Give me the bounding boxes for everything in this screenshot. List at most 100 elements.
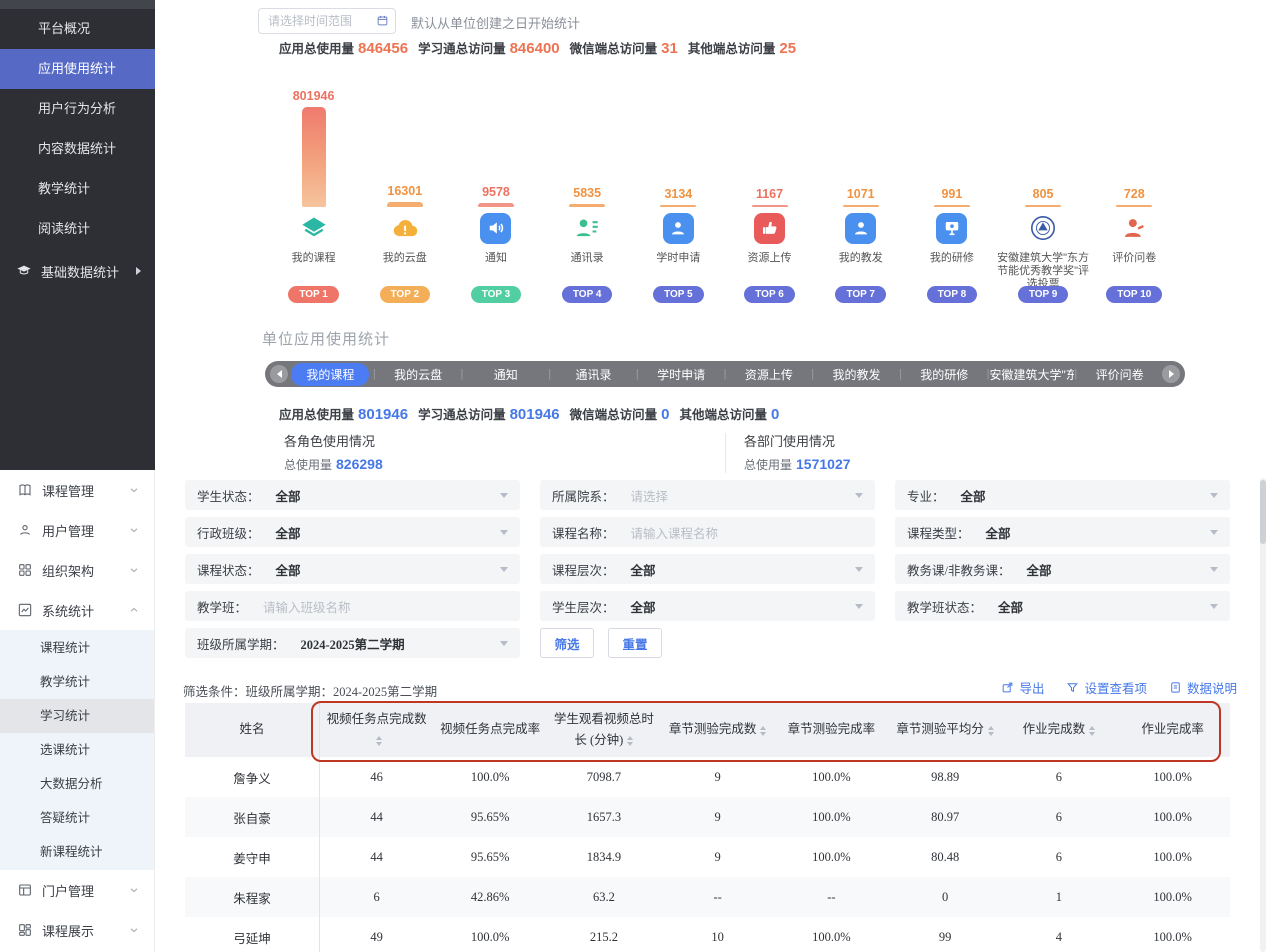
chart-bar[interactable] — [478, 203, 514, 207]
app-icon[interactable] — [1029, 214, 1057, 242]
chart-app-name: 通知 — [448, 252, 544, 282]
panel-total-value: 1571027 — [796, 456, 851, 472]
sidebar-group[interactable]: 用户管理 — [0, 510, 154, 550]
column-header[interactable]: 章节测验完成数 — [661, 703, 775, 757]
tab[interactable]: 通讯录 — [551, 366, 636, 383]
sidebar-subitem[interactable]: 学习统计 — [0, 699, 154, 733]
tab[interactable]: 学时申请 — [639, 366, 724, 383]
sidebar-group[interactable]: 门户管理 — [0, 870, 154, 910]
filter-field[interactable]: 课程名称：请输入课程名称 — [540, 517, 875, 547]
chart-bar[interactable] — [302, 107, 326, 207]
date-range-picker[interactable] — [258, 8, 396, 34]
column-header[interactable]: 作业完成数 — [1002, 703, 1116, 757]
table-cell: 42.86% — [433, 877, 547, 917]
sidebar-subitem[interactable]: 课程统计 — [0, 631, 154, 665]
table-cell: 1 — [1002, 877, 1116, 917]
table-cell: 80.48 — [888, 837, 1002, 877]
column-header[interactable]: 章节测验平均分 — [888, 703, 1002, 757]
sidebar-item[interactable]: 阅读统计 — [0, 209, 155, 249]
tab[interactable]: 我的研修 — [902, 366, 987, 383]
filter-field[interactable]: 教务课/非教务课：全部 — [895, 554, 1230, 584]
chevron-down-icon — [128, 524, 140, 536]
filter-field[interactable]: 学生层次：全部 — [540, 591, 875, 621]
tab[interactable]: 安徽建筑大学"东 — [990, 366, 1075, 383]
app-icon[interactable] — [845, 213, 876, 244]
table-cell: 6 — [320, 877, 434, 917]
tab-scroll-right-button[interactable] — [1162, 365, 1180, 383]
filter-button[interactable]: 筛选 — [540, 628, 594, 658]
app-icon[interactable] — [300, 214, 328, 242]
filter-field[interactable]: 教学班：请输入班级名称 — [185, 591, 520, 621]
app-icon[interactable] — [936, 213, 967, 244]
book-icon — [17, 482, 33, 498]
sidebar-group[interactable]: 系统统计 — [0, 590, 154, 630]
column-header[interactable]: 视频任务点完成数 — [320, 703, 434, 757]
reset-button[interactable]: 重置 — [608, 628, 662, 658]
sidebar-subitem[interactable]: 教学统计 — [0, 665, 154, 699]
app-icon[interactable] — [391, 214, 419, 242]
app-icon[interactable] — [754, 213, 785, 244]
filter-value: 请选择 — [631, 486, 855, 505]
sidebar-subitem[interactable]: 选课统计 — [0, 733, 154, 767]
tab[interactable]: 通知 — [463, 366, 548, 383]
sidebar-item[interactable]: 教学统计 — [0, 169, 155, 209]
rank-badge: TOP 4 — [562, 286, 613, 303]
sidebar-item[interactable]: 用户行为分析 — [0, 89, 155, 129]
filter-field[interactable]: 所属院系：请选择 — [540, 480, 875, 510]
chart-bar[interactable] — [387, 202, 423, 207]
tab-scroll-left-button[interactable] — [270, 365, 288, 383]
toolbar-action[interactable]: 设置查看项 — [1066, 678, 1147, 697]
chart-bar[interactable] — [1025, 205, 1061, 207]
scrollbar-track[interactable] — [1260, 478, 1266, 952]
chart-column: 9578通知TOP 3 — [450, 88, 541, 303]
filter-field[interactable]: 教学班状态：全部 — [895, 591, 1230, 621]
filter-label: 专业： — [907, 486, 945, 505]
table-cell: 49 — [320, 917, 434, 952]
scrollbar-thumb[interactable] — [1260, 480, 1266, 544]
sidebar-subitem[interactable]: 答疑统计 — [0, 801, 154, 835]
sidebar-subitem[interactable]: 大数据分析 — [0, 767, 154, 801]
tab[interactable]: 评价问卷 — [1077, 366, 1162, 383]
filter-field[interactable]: 课程类型：全部 — [895, 517, 1230, 547]
sidebar-item[interactable]: 应用使用统计 — [0, 49, 155, 89]
sort-icon[interactable] — [376, 736, 382, 746]
sort-icon[interactable] — [760, 726, 766, 736]
sidebar-group[interactable]: 课程展示 — [0, 910, 154, 950]
sort-icon[interactable] — [988, 726, 994, 736]
chart-bar[interactable] — [569, 204, 605, 207]
filter-field[interactable]: 行政班级：全部 — [185, 517, 520, 547]
filter-field[interactable]: 学生状态：全部 — [185, 480, 520, 510]
column-header[interactable]: 学生观看视频总时长 (分钟) — [547, 703, 661, 757]
filter-field[interactable]: 课程层次：全部 — [540, 554, 875, 584]
filter-field[interactable]: 专业：全部 — [895, 480, 1230, 510]
toolbar-action[interactable]: 导出 — [1001, 678, 1044, 697]
sidebar-group[interactable]: 组织架构 — [0, 550, 154, 590]
panel-total: 总使用量826298 — [284, 456, 383, 473]
chart-value-label: 16301 — [387, 184, 422, 198]
chart-app-name: 我的研修 — [904, 252, 1000, 282]
app-icon[interactable] — [573, 214, 601, 242]
table-cell: 100.0% — [775, 917, 889, 952]
tab[interactable]: 我的教发 — [814, 366, 899, 383]
chevron-right-icon — [136, 267, 141, 275]
sort-icon[interactable] — [1089, 726, 1095, 736]
app-icon[interactable] — [480, 213, 511, 244]
sidebar-item[interactable]: 平台概况 — [0, 9, 155, 49]
app-icon[interactable] — [1120, 214, 1148, 242]
app-icon[interactable] — [663, 213, 694, 244]
tab[interactable]: 我的课程 — [288, 363, 373, 386]
table-cell: 7098.7 — [547, 757, 661, 797]
hand-icon — [760, 218, 780, 238]
chart-column: 1071我的教发TOP 7 — [815, 88, 906, 303]
sidebar-item-basic-data[interactable]: 基础数据统计 — [0, 251, 155, 291]
sidebar-subitem[interactable]: 新课程统计 — [0, 835, 154, 869]
filter-label: 课程类型： — [907, 523, 970, 542]
tab[interactable]: 我的云盘 — [376, 366, 461, 383]
sidebar-group[interactable]: 课程管理 — [0, 470, 154, 510]
sort-icon[interactable] — [627, 736, 633, 746]
sidebar-item[interactable]: 内容数据统计 — [0, 129, 155, 169]
filter-field[interactable]: 课程状态：全部 — [185, 554, 520, 584]
filter-field[interactable]: 班级所属学期：2024-2025第二学期 — [185, 628, 520, 658]
tab[interactable]: 资源上传 — [726, 366, 811, 383]
toolbar-action[interactable]: 数据说明 — [1169, 678, 1237, 697]
